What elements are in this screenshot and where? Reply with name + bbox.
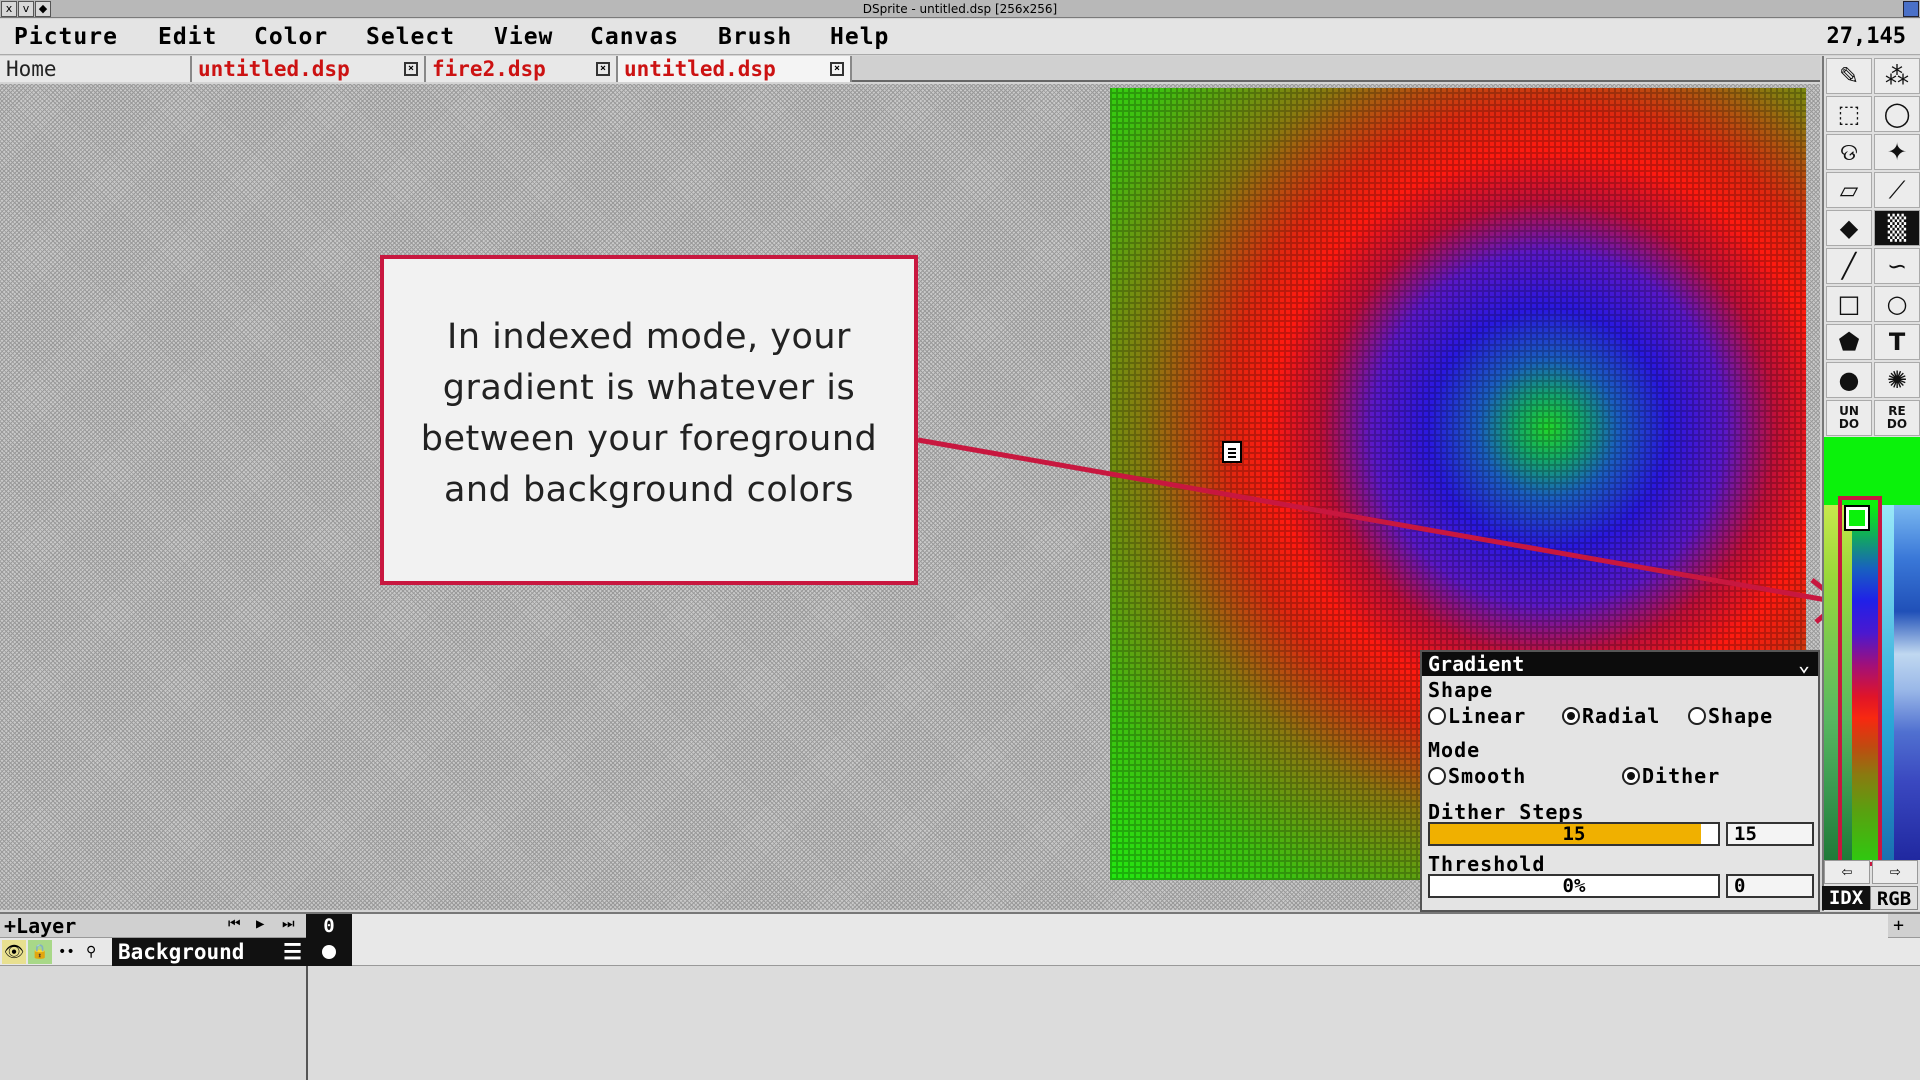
play-icon[interactable]: ▶: [256, 916, 264, 932]
add-layer-button[interactable]: +Layer: [4, 914, 76, 938]
palette-column[interactable]: [1880, 505, 1894, 860]
callout-line: gradient is whatever is: [442, 368, 856, 408]
dither-steps-field[interactable]: 15: [1726, 822, 1814, 846]
layer-row[interactable]: 👁 🔒 •• ⚲ Background ☰: [0, 938, 1920, 966]
gradient-icon[interactable]: ▒: [1874, 210, 1920, 246]
palette-selected-swatch: [1844, 505, 1870, 531]
rectangle-icon[interactable]: □: [1826, 286, 1872, 322]
dither-steps-label: Dither Steps: [1428, 800, 1585, 824]
add-frame-button[interactable]: +: [1893, 914, 1904, 938]
radio-icon: [1688, 707, 1706, 725]
last-frame-icon[interactable]: ⏭: [282, 916, 295, 932]
callout-line: and background colors: [443, 470, 855, 510]
dither-steps-slider[interactable]: 15: [1428, 822, 1720, 846]
polygon-fill-icon[interactable]: ⬟: [1826, 324, 1872, 360]
redo-button[interactable]: RE DO: [1874, 400, 1920, 436]
foreground-color-swatch[interactable]: [1824, 437, 1920, 505]
ellipse-icon[interactable]: ○: [1874, 286, 1920, 322]
eraser-icon[interactable]: ▱: [1826, 172, 1872, 208]
fill-icon[interactable]: ◆: [1826, 210, 1872, 246]
first-frame-icon[interactable]: ⏮: [228, 916, 241, 932]
mode-dither-radio[interactable]: Dither: [1622, 764, 1720, 788]
threshold-label: Threshold: [1428, 852, 1546, 876]
lasso-icon[interactable]: ଡ: [1826, 134, 1872, 170]
timeline-header: +Layer ⏮ ▶ ⏭ 0 +: [0, 914, 1920, 938]
mode-smooth-radio[interactable]: Smooth: [1428, 764, 1526, 788]
dither-steps-value: 15: [1562, 823, 1586, 845]
link-icon[interactable]: ⚲: [86, 940, 96, 964]
rgb-mode-button[interactable]: RGB: [1870, 886, 1918, 910]
chevron-down-icon[interactable]: ⌄: [1798, 652, 1810, 676]
radio-selected-icon: [1622, 767, 1640, 785]
layer-menu-icon[interactable]: ☰: [283, 938, 302, 966]
ellipse-select-icon[interactable]: ◯: [1874, 96, 1920, 132]
radio-selected-icon: [1562, 707, 1580, 725]
sparkle-icon[interactable]: ✺: [1874, 362, 1920, 398]
tutorial-callout: In indexed mode, your gradient is whatev…: [380, 255, 918, 585]
palette-next-icon[interactable]: ⇨: [1872, 860, 1918, 884]
palette-column[interactable]: [1894, 505, 1920, 860]
rect-select-icon[interactable]: ⬚: [1826, 96, 1872, 132]
idx-mode-button[interactable]: IDX: [1822, 886, 1870, 910]
threshold-slider[interactable]: 0%: [1428, 874, 1720, 898]
brush-dot-icon[interactable]: ●: [1826, 362, 1872, 398]
threshold-value: 0%: [1562, 875, 1586, 897]
gradient-panel-header[interactable]: Gradient ⌄: [1422, 652, 1818, 676]
eyedropper-icon[interactable]: ⟋: [1874, 172, 1920, 208]
callout-line: In indexed mode, your: [447, 317, 851, 357]
radio-label: Radial: [1582, 704, 1661, 728]
shape-linear-radio[interactable]: Linear: [1428, 704, 1526, 728]
undo-button[interactable]: UN DO: [1826, 400, 1872, 436]
cel-dot-icon: [322, 945, 336, 959]
visibility-eye-icon[interactable]: 👁: [2, 940, 26, 964]
layer-name[interactable]: Background ☰: [112, 938, 308, 966]
radio-label: Linear: [1448, 704, 1527, 728]
palette-prev-icon[interactable]: ⇦: [1824, 860, 1870, 884]
radio-icon: [1428, 707, 1446, 725]
magic-wand-icon[interactable]: ✦: [1874, 134, 1920, 170]
gradient-panel-title: Gradient: [1428, 652, 1525, 676]
mode-label: Mode: [1428, 738, 1481, 762]
gradient-panel: Gradient ⌄ Shape Linear Radial Shape Mod…: [1420, 650, 1820, 912]
spray-icon[interactable]: ⁂: [1874, 58, 1920, 94]
curve-icon[interactable]: ∽: [1874, 248, 1920, 284]
frame-number[interactable]: 0: [306, 914, 352, 938]
pencil-icon[interactable]: ✎: [1826, 58, 1872, 94]
radio-label: Shape: [1708, 704, 1774, 728]
threshold-field[interactable]: 0: [1726, 874, 1814, 898]
onion-skin-icon[interactable]: ••: [58, 940, 75, 964]
radio-label: Smooth: [1448, 764, 1527, 788]
radio-label: Dither: [1642, 764, 1721, 788]
radio-icon: [1428, 767, 1446, 785]
line-icon[interactable]: ╱: [1826, 248, 1872, 284]
text-icon[interactable]: T: [1874, 324, 1920, 360]
frame-area[interactable]: [306, 966, 1920, 1080]
palette-highlight-frame: [1838, 496, 1882, 866]
callout-line: between your foreground: [420, 419, 878, 459]
lock-icon[interactable]: 🔒: [28, 940, 52, 964]
shape-shape-radio[interactable]: Shape: [1688, 704, 1773, 728]
shape-radial-radio[interactable]: Radial: [1562, 704, 1660, 728]
frame-cel[interactable]: [308, 938, 352, 966]
layer-name-label: Background: [118, 940, 245, 964]
shape-label: Shape: [1428, 678, 1494, 702]
frame-ruler: [352, 914, 1888, 938]
